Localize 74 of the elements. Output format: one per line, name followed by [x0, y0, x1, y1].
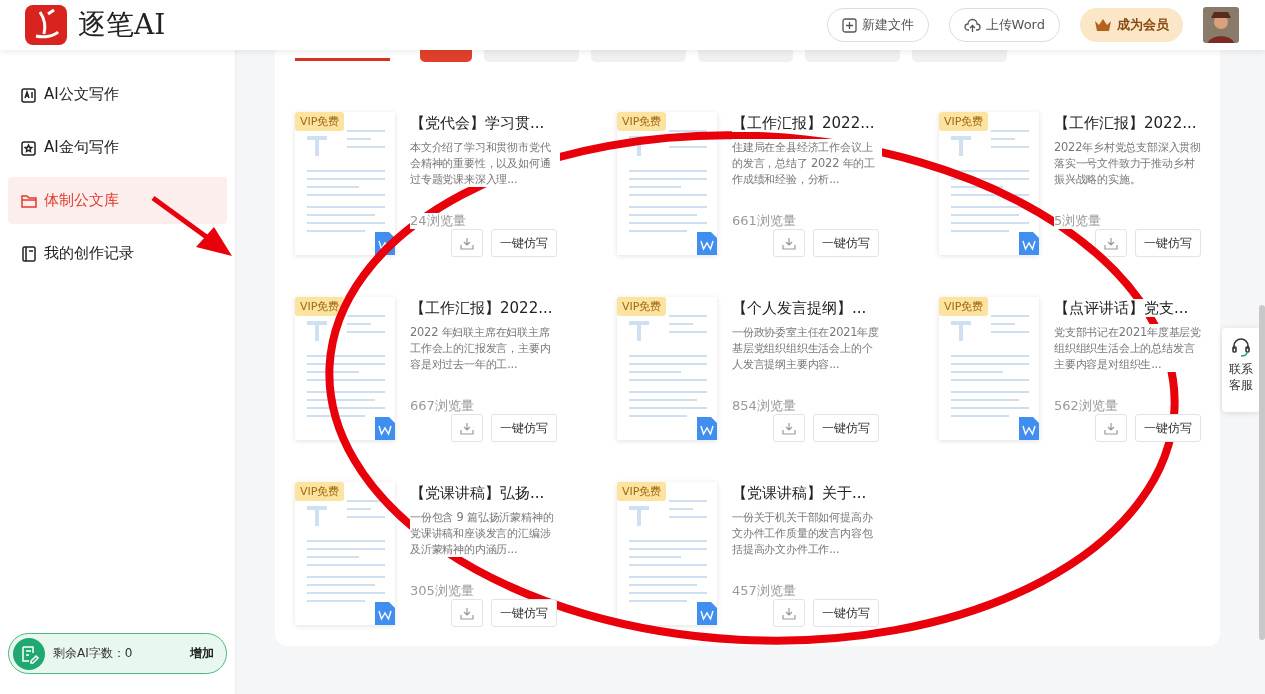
filter-tab[interactable]	[591, 50, 686, 62]
document-description: 2022年乡村党总支部深入贯彻落实一号文件致力于推动乡村振兴战略的实施。	[1054, 139, 1204, 187]
vip-badge: VIP免费	[939, 297, 989, 316]
imitate-button[interactable]: 一键仿写	[1135, 229, 1201, 257]
document-description: 一份政协委室主任在2021年度基层党组织组织生活会上的个人发言提纲主要内容...	[732, 324, 882, 372]
logo-text: 逐笔AI	[78, 7, 166, 43]
sidebar-item[interactable]: AI公文写作	[8, 71, 227, 118]
download-icon	[460, 421, 474, 435]
star-document-icon	[20, 138, 38, 157]
new-file-button[interactable]: 新建文件	[826, 8, 929, 42]
download-icon	[460, 606, 474, 620]
download-button[interactable]	[1095, 229, 1127, 257]
filter-tab[interactable]	[484, 50, 579, 62]
view-count: 667浏览量	[410, 398, 474, 414]
download-icon	[782, 236, 796, 250]
filter-tab[interactable]	[805, 50, 900, 62]
document-description: 党支部书记在2021年度基层党组织组织生活会上的总结发言主要内容是对组织生...	[1054, 324, 1204, 372]
filter-tab[interactable]	[420, 50, 472, 62]
vip-badge: VIP免费	[617, 482, 667, 501]
document-thumbnail[interactable]: VIP免费	[295, 482, 395, 625]
cloud-upload-icon	[963, 17, 981, 33]
document-description: 本文介绍了学习和贯彻市党代会精神的重要性，以及如何通过专题党课来深入理...	[410, 139, 560, 187]
document-thumbnail[interactable]: VIP免费	[939, 112, 1039, 255]
view-count: 562浏览量	[1054, 398, 1118, 414]
imitate-button[interactable]: 一键仿写	[813, 414, 879, 442]
support-button[interactable]: 联系客服	[1222, 328, 1260, 412]
view-count: 24浏览量	[410, 213, 466, 229]
document-thumbnail[interactable]: VIP免费	[617, 482, 717, 625]
notebook-icon	[20, 244, 38, 263]
document-description: 住建局在全县经济工作会议上的发言，总结了 2022 年的工作成绩和经验，分析...	[732, 139, 882, 187]
edit-icon	[13, 637, 45, 670]
view-count: 305浏览量	[410, 583, 474, 599]
imitate-button[interactable]: 一键仿写	[491, 414, 557, 442]
membership-button[interactable]: 成为会员	[1080, 8, 1183, 42]
view-count: 5浏览量	[1054, 213, 1102, 229]
upload-button[interactable]: 上传Word	[948, 8, 1060, 42]
document-thumbnail[interactable]: VIP免费	[295, 112, 395, 255]
imitate-button[interactable]: 一键仿写	[491, 599, 557, 627]
vip-badge: VIP免费	[617, 112, 667, 131]
sidebar-item[interactable]: 我的创作记录	[8, 230, 227, 277]
vip-badge: VIP免费	[939, 112, 989, 131]
document-icon	[20, 85, 38, 104]
plus-icon	[841, 17, 857, 33]
imitate-button[interactable]: 一键仿写	[813, 599, 879, 627]
download-icon	[1104, 236, 1118, 250]
view-count: 661浏览量	[732, 213, 796, 229]
document-thumbnail[interactable]: VIP免费	[295, 297, 395, 440]
document-thumbnail[interactable]: VIP免费	[617, 297, 717, 440]
imitate-button[interactable]: 一键仿写	[813, 229, 879, 257]
vip-badge: VIP免费	[295, 112, 345, 131]
add-button[interactable]: 增加	[190, 645, 214, 662]
logo-icon	[24, 4, 68, 46]
filter-tab[interactable]	[912, 50, 1007, 62]
avatar[interactable]	[1203, 7, 1239, 43]
download-icon	[1104, 421, 1118, 435]
download-icon	[782, 606, 796, 620]
view-count: 854浏览量	[732, 398, 796, 414]
quota-text: 剩余AI字数：0	[53, 645, 134, 662]
document-title[interactable]: 【工作汇报】2022...	[732, 114, 875, 132]
headset-icon	[1230, 336, 1252, 358]
sidebar-item[interactable]: AI金句写作	[8, 124, 227, 171]
vip-badge: VIP免费	[617, 297, 667, 316]
document-thumbnail[interactable]: VIP免费	[617, 112, 717, 255]
crown-icon	[1094, 18, 1112, 32]
imitate-button[interactable]: 一键仿写	[491, 229, 557, 257]
vip-badge: VIP免费	[295, 482, 345, 501]
view-count: 457浏览量	[732, 583, 796, 599]
sidebar-item[interactable]: 体制公文库	[8, 177, 227, 224]
download-icon	[460, 236, 474, 250]
download-icon	[782, 421, 796, 435]
filter-tab[interactable]	[698, 50, 793, 62]
vip-badge: VIP免费	[295, 297, 345, 316]
imitate-button[interactable]: 一键仿写	[1135, 414, 1201, 442]
document-thumbnail[interactable]: VIP免费	[939, 297, 1039, 440]
